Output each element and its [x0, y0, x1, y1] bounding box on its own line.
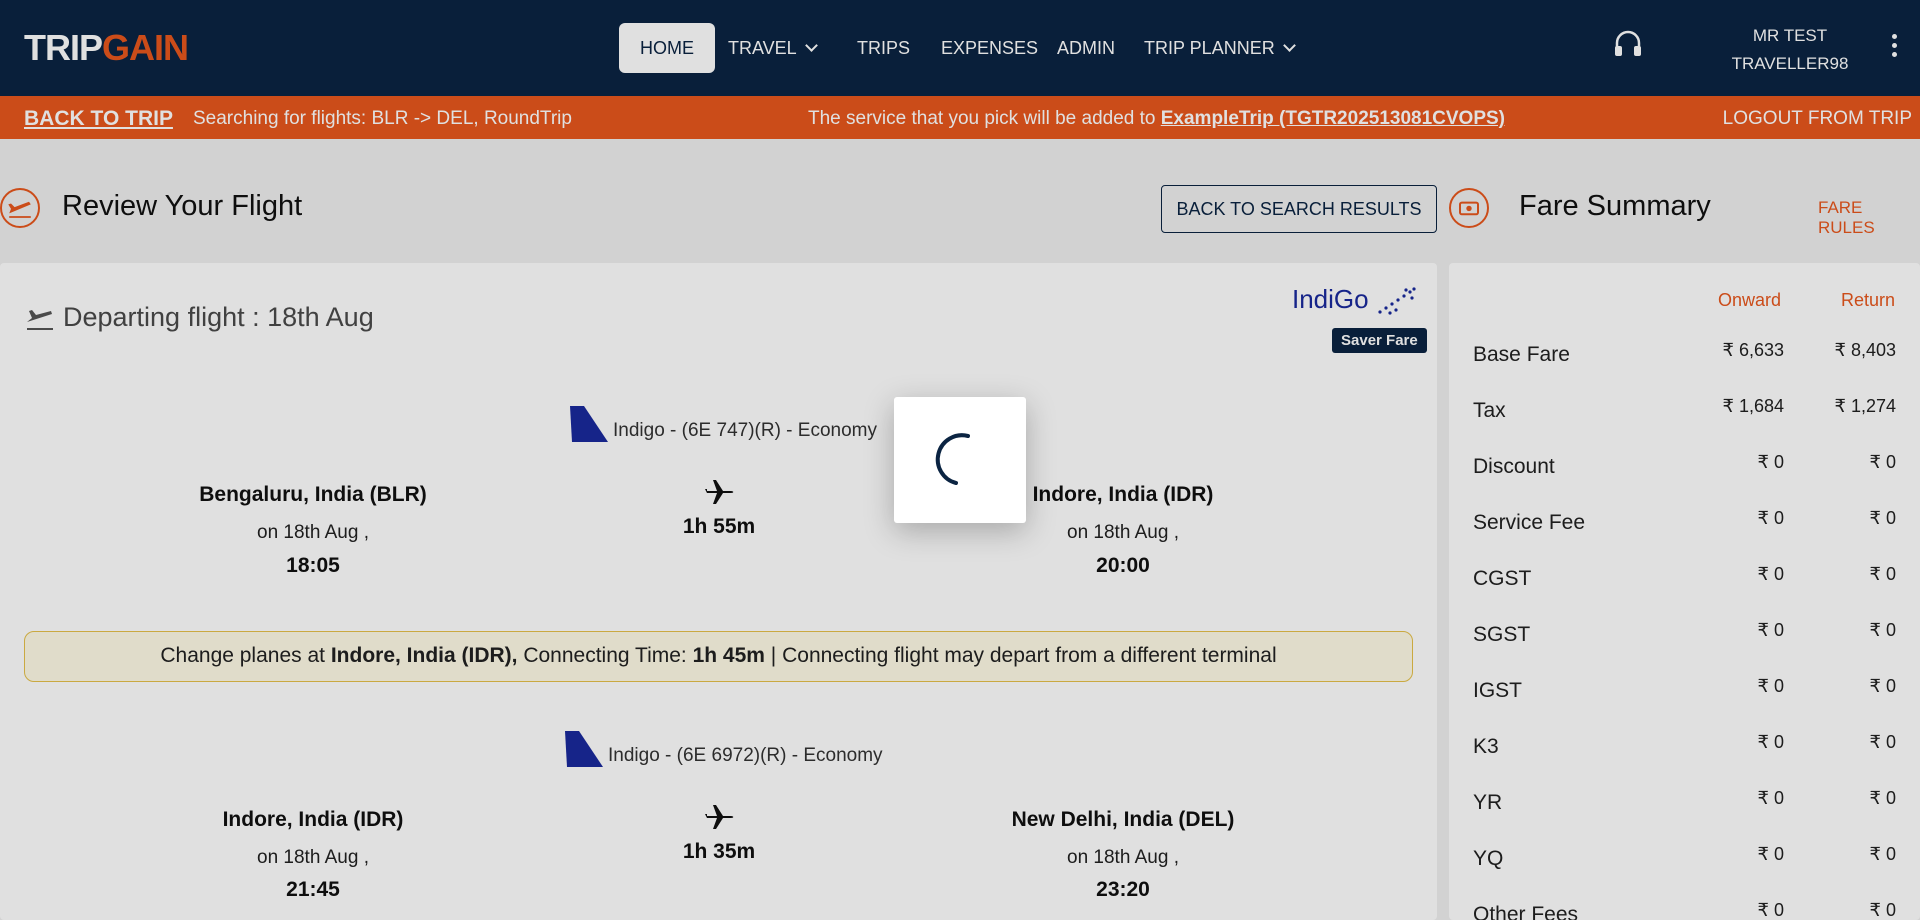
loading-spinner-icon: [935, 433, 970, 485]
loading-dialog: [894, 397, 1026, 523]
